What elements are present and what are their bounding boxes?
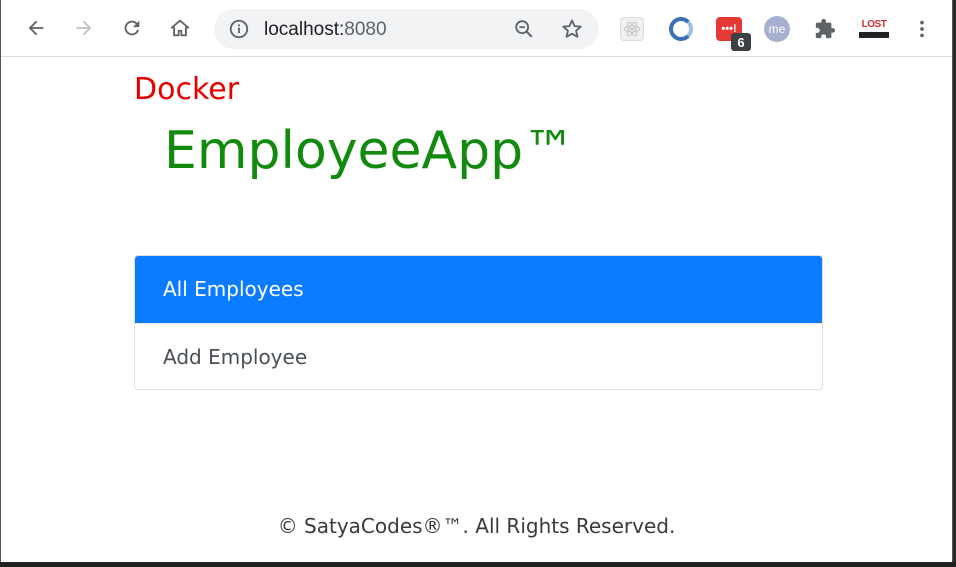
footer-copyright: © SatyaCodes®™. All Rights Reserved. [277, 514, 676, 538]
lost-logo-icon: LOST [858, 18, 890, 40]
home-icon [170, 19, 190, 37]
mail-count-badge: 6 [731, 33, 751, 51]
url-host: localhost: [264, 19, 345, 40]
lost-logo-text: LOST [861, 19, 887, 30]
background-terminal-strip [0, 562, 956, 567]
address-bar[interactable]: localhost:8080 [214, 9, 599, 49]
nav-item-add-employee[interactable]: Add Employee [135, 323, 822, 389]
browser-menu-button[interactable] [909, 16, 935, 42]
reload-icon [124, 20, 140, 36]
url-text[interactable]: localhost:8080 [264, 19, 387, 41]
page-content: Docker EmployeeApp™ All Employees Add Em… [1, 57, 952, 562]
react-devtools-extension[interactable] [619, 16, 645, 42]
me-extension[interactable]: me [764, 16, 790, 42]
brand-label: Docker [134, 72, 240, 107]
lost-extension[interactable]: LOST [858, 16, 890, 42]
ring-icon [669, 17, 693, 41]
forward-arrow-icon [76, 20, 92, 36]
home-button[interactable] [165, 13, 195, 43]
url-port: 8080 [344, 19, 387, 40]
puzzle-icon [815, 18, 836, 39]
forward-button[interactable] [69, 13, 99, 43]
site-info-icon[interactable] [228, 18, 250, 40]
lost-logo-bar [859, 32, 889, 38]
browser-toolbar: localhost:8080 •••! 6 me LOST [1, 0, 952, 57]
ring-extension[interactable] [668, 16, 694, 42]
kebab-menu-icon [920, 20, 924, 38]
back-arrow-icon [28, 20, 44, 36]
nav-list: All Employees Add Employee [134, 255, 823, 390]
me-icon: me [764, 16, 790, 42]
page-title: EmployeeApp™ [164, 121, 576, 181]
extensions-button[interactable] [812, 16, 838, 42]
reload-button[interactable] [117, 13, 147, 43]
nav-item-all-employees[interactable]: All Employees [135, 256, 822, 323]
back-button[interactable] [21, 13, 51, 43]
react-icon [620, 17, 644, 41]
bookmark-star-icon[interactable] [560, 17, 584, 41]
zoom-out-icon[interactable] [513, 18, 535, 40]
browser-window: localhost:8080 •••! 6 me LOST Docker Emp… [0, 0, 953, 562]
